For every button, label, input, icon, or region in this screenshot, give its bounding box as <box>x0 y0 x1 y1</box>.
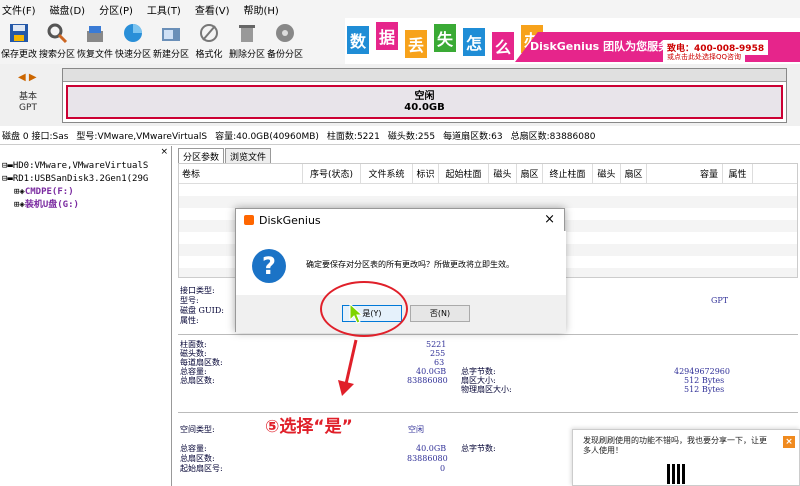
dialog-title: DiskGenius <box>259 213 321 227</box>
trash-icon <box>239 25 255 42</box>
disk-tree-pane: × ⊟ ▬ HD0:VMware,VMwareVirtualS ⊟ ▬ RD1:… <box>0 146 172 486</box>
arrow-down-icon <box>338 339 358 396</box>
dialog-body: ? 确定要保存对分区表的所有更改吗？所做更改将立即生效。 <box>236 231 566 295</box>
format-button[interactable]: 格式化 <box>190 18 228 64</box>
quick-partition-icon <box>124 24 142 42</box>
cursor-icon <box>349 303 363 324</box>
menu-disk[interactable]: 磁盘(D) <box>50 2 86 17</box>
tutorial-annotation: ⑤选择“是” <box>265 417 353 437</box>
menu-partition[interactable]: 分区(P) <box>99 2 133 17</box>
tree-item-cmdpe[interactable]: ⊞ ◈ CMDPE(F:) <box>2 186 148 199</box>
qr-code-icon <box>667 464 687 484</box>
recover-files-button[interactable]: 恢复文件 <box>76 18 114 64</box>
banner-ad[interactable]: 数 据 丢 失 怎 么 办 DiskGenius 团队为您服务 致电：400-0… <box>345 18 800 64</box>
format-icon <box>200 24 218 42</box>
banner-tile: 么 <box>490 30 516 62</box>
search-icon <box>47 23 68 44</box>
tab-partition-params[interactable]: 分区参数 <box>178 148 225 164</box>
banner-slogan: DiskGenius 团队为您服务 <box>530 40 670 53</box>
share-promo-popup: 发现刷刷使用的功能不错吗，我也要分享一下，让更多人使用！ × <box>572 429 800 486</box>
banner-tile: 丢 <box>403 28 429 60</box>
disk-type-label: 基本 GPT <box>18 92 37 113</box>
close-icon[interactable]: × <box>160 147 168 157</box>
disk-bar-header <box>63 69 786 82</box>
backup-partition-button[interactable]: 备份分区 <box>266 18 304 64</box>
save-changes-button[interactable]: 保存更改 <box>0 18 38 64</box>
disk-tree: ⊟ ▬ HD0:VMware,VMwareVirtualS ⊟ ▬ RD1:US… <box>2 160 149 212</box>
divider <box>178 334 798 335</box>
banner-tiles: 数 据 丢 失 怎 么 办 <box>345 20 548 62</box>
tree-item-rd1[interactable]: ⊟ ▬ RD1:USBSanDisk3.2Gen1(29G <box>2 173 148 186</box>
disk-nav-arrows[interactable]: ◀ ▶ <box>18 72 37 83</box>
banner-tile: 失 <box>432 22 458 54</box>
quick-partition-button[interactable]: 快速分区 <box>114 18 152 64</box>
disk-info-line: 磁盘 0 接口:Sas 型号:VMware,VMwareVirtualS 容量:… <box>0 127 800 145</box>
delete-partition-button[interactable]: 删除分区 <box>228 18 266 64</box>
backup-icon <box>276 24 294 42</box>
highlight-ring <box>320 281 408 337</box>
recover-icon <box>87 26 103 42</box>
promo-text: 发现刷刷使用的功能不错吗，我也要分享一下，让更多人使用！ <box>583 436 767 455</box>
tree-item-hd0[interactable]: ⊟ ▬ HD0:VMware,VMwareVirtualS <box>2 160 149 173</box>
menu-file[interactable]: 文件(F) <box>2 2 36 17</box>
close-icon[interactable]: × <box>783 436 795 448</box>
banner-tile: 据 <box>374 20 400 52</box>
menu-bar: 文件(F) 磁盘(D) 分区(P) 工具(T) 查看(V) 帮助(H) <box>0 0 800 18</box>
menu-view[interactable]: 查看(V) <box>195 2 230 17</box>
save-icon <box>10 24 28 42</box>
new-partition-button[interactable]: 新建分区 <box>152 18 190 64</box>
tree-item-usb[interactable]: ⊞ ◈ 装机U盘(G:) <box>2 199 148 212</box>
free-space-block[interactable]: 空闲 40.0GB <box>66 85 783 119</box>
close-icon[interactable]: × <box>544 212 555 227</box>
menu-tools[interactable]: 工具(T) <box>147 2 181 17</box>
banner-tile: 数 <box>345 24 371 56</box>
table-header: 卷标 序号(状态) 文件系统 标识 起始柱面 磁头 扇区 终止柱面 磁头 扇区 … <box>179 164 797 184</box>
search-partition-button[interactable]: 搜索分区 <box>38 18 76 64</box>
diskgenius-logo-icon <box>244 215 254 225</box>
dialog-titlebar: DiskGenius <box>236 209 564 231</box>
no-button[interactable]: 否(N) <box>410 305 470 322</box>
tab-bar: 分区参数 浏览文件 <box>178 148 272 164</box>
tab-browse-files[interactable]: 浏览文件 <box>225 148 272 164</box>
toolbar: 保存更改 搜索分区 恢复文件 快速分区 新建分区 格式化 删除分区 备份分区 <box>0 18 345 64</box>
new-partition-icon <box>162 28 180 41</box>
dialog-message: 确定要保存对分区表的所有更改吗？所做更改将立即生效。 <box>306 260 514 269</box>
banner-qq-link[interactable]: 或点击此处选择QQ咨询 <box>663 52 746 62</box>
menu-help[interactable]: 帮助(H) <box>244 2 279 17</box>
banner-tile: 怎 <box>461 26 487 58</box>
disk-bar[interactable]: 空闲 40.0GB <box>62 68 787 123</box>
question-icon: ? <box>252 249 286 283</box>
